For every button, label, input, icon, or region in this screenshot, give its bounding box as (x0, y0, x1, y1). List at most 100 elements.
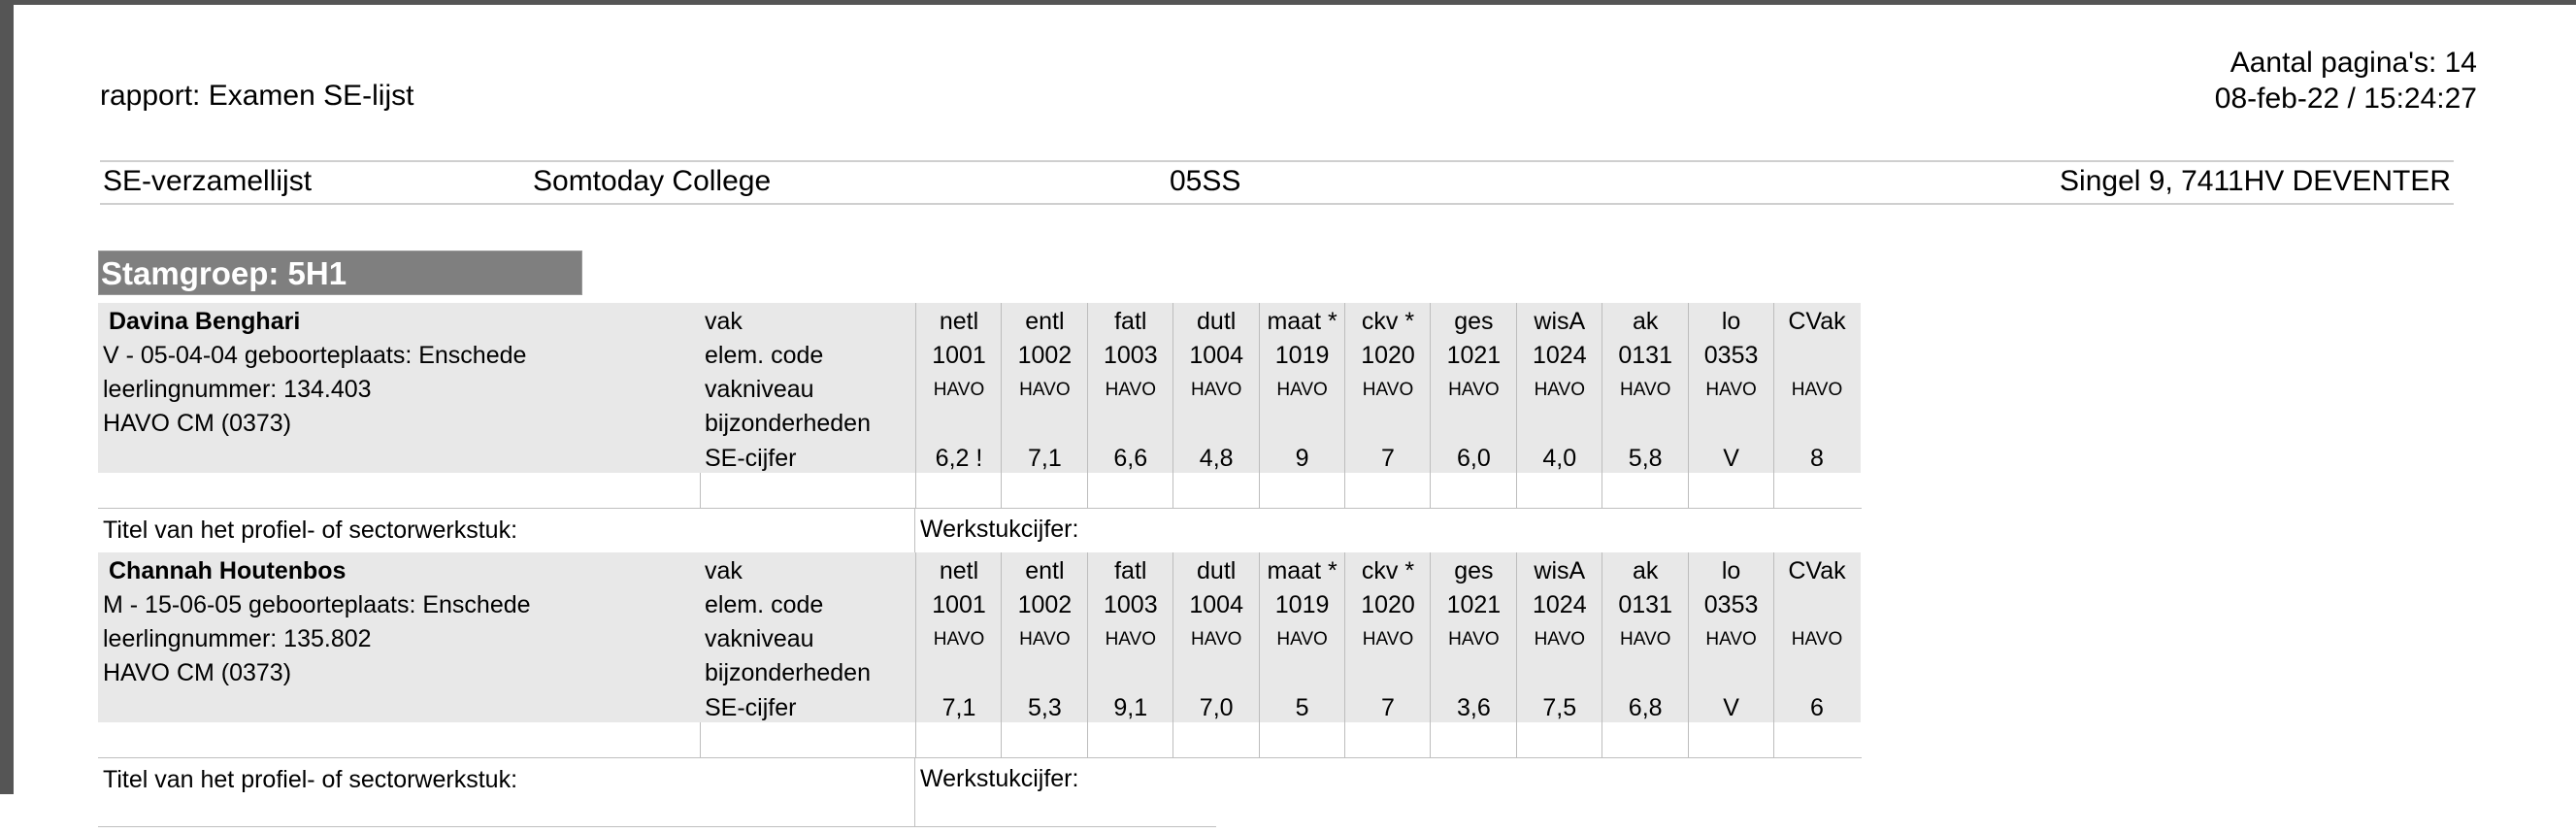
subject-code: 0131 (1618, 342, 1672, 369)
subject-column: lo 0353 HAVO V (1687, 552, 1774, 757)
subject-code: 1021 (1446, 342, 1502, 369)
subject-column: ckv * 1020 HAVO 7 (1344, 303, 1431, 508)
subject-name: entl (1025, 308, 1065, 335)
subject-column: CVak HAVO 8 (1773, 303, 1860, 508)
row-label-special: bijzonderheden (705, 410, 871, 437)
special-cell (1173, 659, 1260, 693)
subject-name: dutl (1197, 557, 1237, 584)
row-label-code: elem. code (705, 342, 824, 369)
subject-column: netl 1001 HAVO 6,2 ! (915, 303, 1002, 508)
subject-code: 1003 (1103, 591, 1158, 618)
special-cell (1087, 659, 1173, 693)
subject-code: 0353 (1703, 591, 1759, 618)
special-cell (916, 659, 1002, 693)
subject-level: HAVO (1105, 380, 1157, 400)
student-block: Channah Houtenbos M - 15-06-05 geboortepl… (98, 552, 1862, 834)
special-cell (1345, 410, 1431, 444)
se-grade: 9 (1295, 445, 1309, 472)
se-grade: 6 (1810, 694, 1824, 721)
subject-name: lo (1721, 557, 1741, 584)
se-grade: 5,3 (1028, 694, 1062, 721)
subject-name: fatl (1114, 557, 1147, 584)
subject-level: HAVO (1276, 380, 1328, 400)
se-grade: V (1723, 694, 1739, 721)
student-number: leerlingnummer: 135.802 (103, 625, 372, 652)
student-number: leerlingnummer: 134.403 (103, 376, 372, 403)
subject-code: 1020 (1361, 342, 1415, 369)
subject-code: 0131 (1618, 591, 1672, 618)
school-code: 05SS (1170, 165, 1241, 197)
se-grade: 7 (1381, 694, 1395, 721)
special-cell (1688, 410, 1774, 444)
student-block: Davina Benghari V - 05-04-04 geboorteplaa… (98, 303, 1862, 584)
se-grade: 7,5 (1542, 694, 1577, 721)
subject-code: 1001 (932, 591, 986, 618)
subject-column: fatl 1003 HAVO 9,1 (1086, 552, 1173, 757)
row-label-grade: SE-cijfer (705, 694, 797, 721)
subject-code: 1020 (1361, 591, 1415, 618)
subject-name: ak (1632, 557, 1659, 584)
window-left-border (0, 0, 14, 794)
report-meta: Aantal pagina's: 14 08-feb-22 / 15:24:27 (2215, 45, 2477, 117)
subject-column: CVak HAVO 6 (1773, 552, 1860, 757)
subject-code: 1024 (1532, 591, 1587, 618)
subject-column: maat * 1019 HAVO 9 (1258, 303, 1345, 508)
subject-name: ges (1454, 557, 1494, 584)
subject-name: ckv * (1361, 557, 1415, 584)
subject-name: ges (1454, 308, 1494, 335)
subject-column: ak 0131 HAVO 5,8 (1602, 303, 1689, 508)
window-top-border (0, 0, 2576, 5)
subject-level: HAVO (1705, 629, 1757, 650)
row-label-vak: vak (705, 557, 743, 584)
subject-name: maat * (1267, 557, 1338, 584)
student-profile: HAVO CM (0373) (103, 410, 292, 437)
subject-level: HAVO (1619, 629, 1671, 650)
se-grade: 7,0 (1199, 694, 1234, 721)
subject-column: entl 1002 HAVO 5,3 (1001, 552, 1088, 757)
se-grade: 7 (1381, 445, 1395, 472)
page-count: Aantal pagina's: 14 (2229, 47, 2477, 79)
report-title: rapport: Examen SE-lijst (100, 80, 414, 112)
row-label-level: vakniveau (705, 625, 814, 652)
row-label-special: bijzonderheden (705, 659, 871, 686)
subject-level: HAVO (1362, 629, 1414, 650)
se-grade: 4,8 (1199, 445, 1234, 472)
subject-level: HAVO (1791, 380, 1843, 400)
subject-name: wisA (1534, 308, 1586, 335)
subject-level: HAVO (1705, 380, 1757, 400)
subject-code: 1004 (1189, 342, 1243, 369)
special-cell (1087, 410, 1173, 444)
subject-level: HAVO (1362, 380, 1414, 400)
student-profile: HAVO CM (0373) (103, 659, 292, 686)
group-header: Stamgroep: 5H1 (98, 250, 582, 295)
subject-level: HAVO (933, 380, 985, 400)
school-address: Singel 9, 7411HV DEVENTER (2060, 165, 2451, 197)
workpiece-grade-box: Werkstukcijfer: (914, 757, 1216, 827)
subject-name: entl (1025, 557, 1065, 584)
special-cell (1259, 659, 1345, 693)
subject-code: 1021 (1446, 591, 1502, 618)
subject-column: ckv * 1020 HAVO 7 (1344, 552, 1431, 757)
row-label-code: elem. code (705, 591, 824, 618)
list-name: SE-verzamellijst (103, 165, 313, 197)
row-label-vak: vak (705, 308, 743, 335)
subject-column: wisA 1024 HAVO 7,5 (1515, 552, 1602, 757)
subject-level: HAVO (1791, 629, 1843, 650)
subject-name: lo (1721, 308, 1741, 335)
subject-name: netl (939, 557, 979, 584)
subject-code: 1003 (1103, 342, 1158, 369)
se-grade: 6,2 ! (935, 445, 983, 472)
subject-name: wisA (1534, 557, 1586, 584)
se-grade: 6,6 (1113, 445, 1148, 472)
special-cell (1516, 410, 1602, 444)
subject-name: CVak (1788, 557, 1846, 584)
se-grade: 5,8 (1628, 445, 1663, 472)
special-cell (1431, 410, 1517, 444)
footer-bottom-line (98, 826, 914, 827)
subject-level: HAVO (1619, 380, 1671, 400)
subject-column: ges 1021 HAVO 6,0 (1430, 303, 1517, 508)
subject-column: netl 1001 HAVO 7,1 (915, 552, 1002, 757)
subject-column: ak 0131 HAVO 6,8 (1602, 552, 1689, 757)
special-cell (1774, 410, 1860, 444)
subject-level: HAVO (1190, 629, 1242, 650)
